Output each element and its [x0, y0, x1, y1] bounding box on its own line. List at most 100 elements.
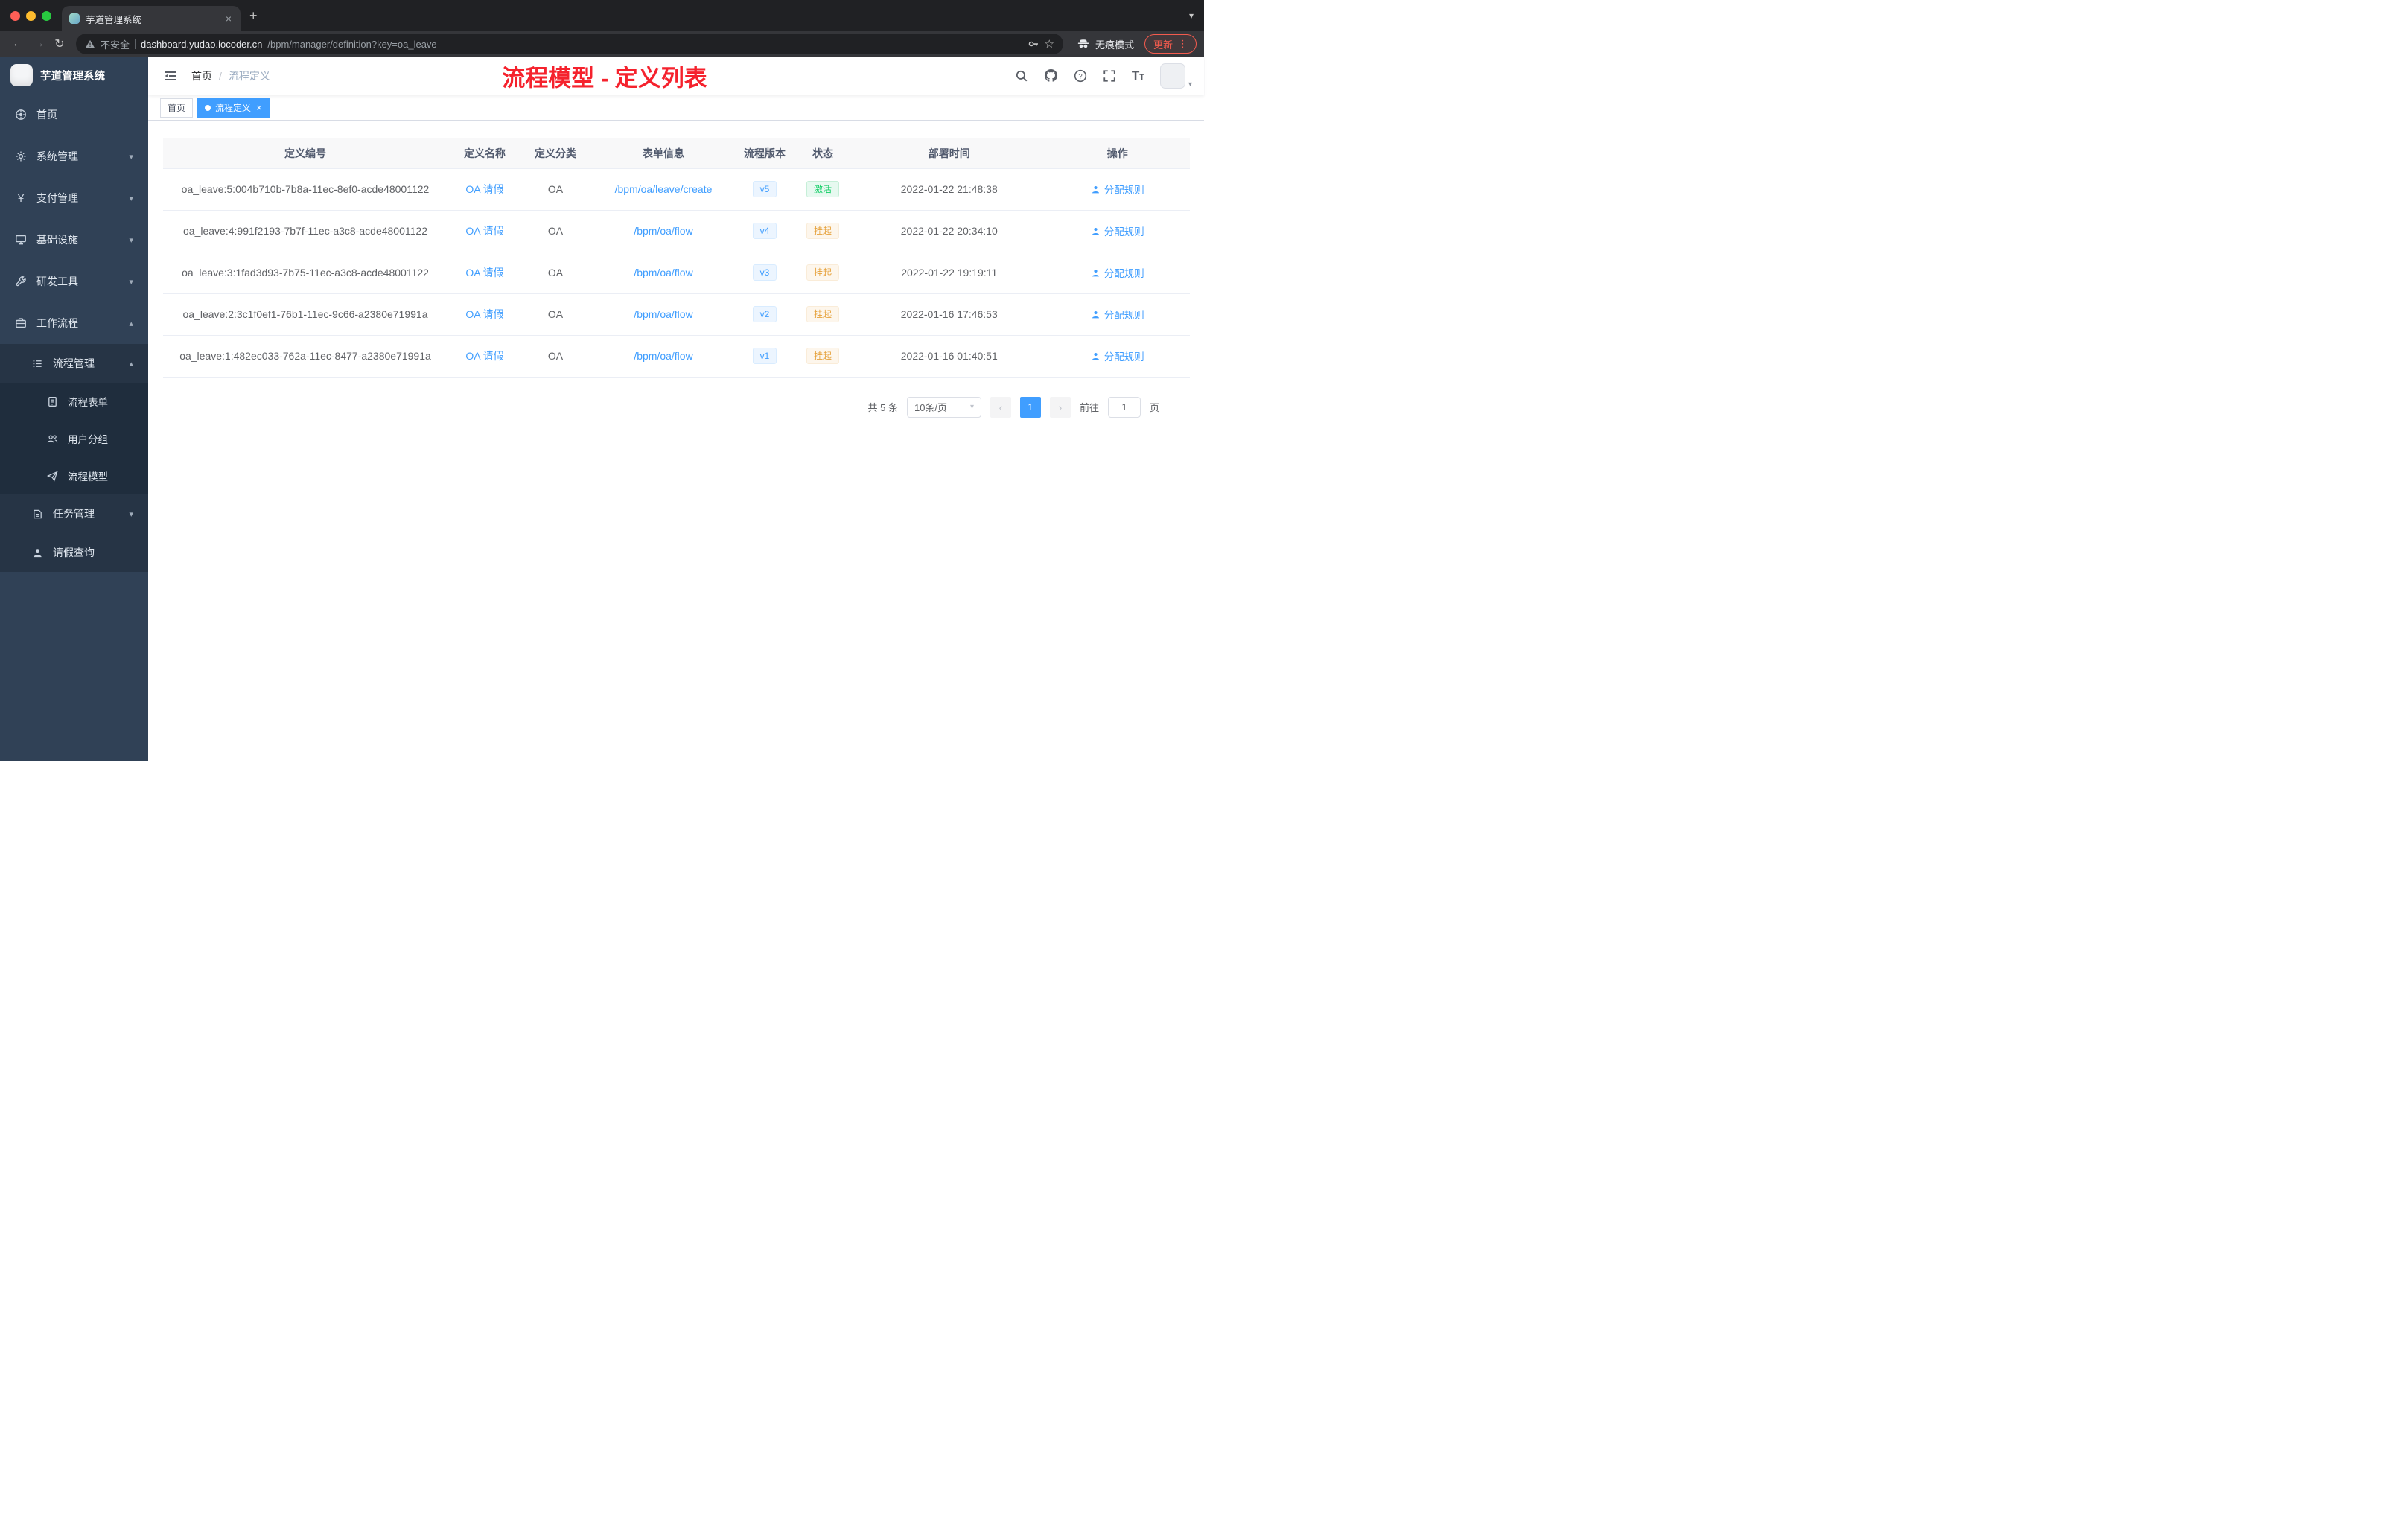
browser-menu-dots-icon[interactable]: ⋮ — [1178, 38, 1188, 50]
sidebar-item-workflow[interactable]: 工作流程 ▴ — [0, 302, 148, 344]
sidebar-item-home[interactable]: 首页 — [0, 94, 148, 136]
forward-button[interactable]: → — [28, 37, 49, 51]
sidebar-item-label: 流程模型 — [68, 471, 108, 483]
form-link[interactable]: /bpm/oa/leave/create — [615, 183, 713, 195]
update-browser-button[interactable]: 更新 ⋮ — [1144, 34, 1197, 54]
cell-category: OA — [522, 210, 589, 252]
sidebar-item-process-model[interactable]: 流程模型 — [0, 457, 148, 494]
cell-deploy-time: 2022-01-16 17:46:53 — [854, 293, 1045, 336]
chevron-down-icon: ▾ — [129, 235, 133, 245]
goto-page-input[interactable] — [1107, 396, 1141, 418]
assign-rule-link[interactable]: 分配规则 — [1091, 223, 1144, 238]
incognito-label: 无痕模式 — [1095, 39, 1134, 51]
tag-label: 首页 — [168, 103, 186, 113]
chevron-down-icon: ▾ — [129, 152, 133, 162]
security-warning-icon[interactable] — [85, 39, 95, 49]
definition-name-link[interactable]: OA 请假 — [465, 225, 503, 237]
reload-button[interactable]: ↻ — [49, 36, 70, 51]
browser-tab[interactable]: 芋道管理系统 × — [62, 6, 241, 31]
main-area: 首页 / 流程定义 流程模型 - 定义列表 ? TT ▾ 首页 流程定义 × 定… — [148, 57, 1204, 761]
wrench-icon — [15, 276, 27, 287]
version-badge: v4 — [752, 223, 777, 239]
sidebar: 芋道管理系统 首页 系统管理 ▾ ¥ 支付管理 ▾ 基础设施 ▾ 研发工具 ▾ … — [0, 57, 148, 761]
sidebar-item-system[interactable]: 系统管理 ▾ — [0, 136, 148, 177]
bookmark-star-icon[interactable]: ☆ — [1045, 37, 1054, 51]
sidebar-item-payment[interactable]: ¥ 支付管理 ▾ — [0, 177, 148, 219]
help-icon[interactable]: ? — [1074, 69, 1087, 83]
tags-view-bar: 首页 流程定义 × — [148, 95, 1204, 121]
prev-page-button[interactable]: ‹ — [990, 396, 1011, 418]
sidebar-item-label: 流程表单 — [68, 397, 108, 408]
maximize-window-button[interactable] — [42, 10, 51, 21]
page-content: 定义编号 定义名称 定义分类 表单信息 流程版本 状态 部署时间 操作 oa_l — [148, 121, 1204, 761]
goto-label: 前往 — [1079, 402, 1099, 413]
sidebar-item-process-management[interactable]: 流程管理 ▴ — [0, 344, 148, 383]
assign-rule-link[interactable]: 分配规则 — [1091, 348, 1144, 363]
tag-home[interactable]: 首页 — [160, 98, 194, 118]
security-label[interactable]: 不安全 — [101, 37, 130, 51]
definition-name-link[interactable]: OA 请假 — [465, 267, 503, 278]
sidebar-item-label: 系统管理 — [36, 150, 78, 162]
form-link[interactable]: /bpm/oa/flow — [634, 308, 692, 320]
tab-close-icon[interactable]: × — [224, 13, 233, 25]
users-icon — [46, 433, 58, 445]
assign-rule-link[interactable]: 分配规则 — [1091, 307, 1144, 322]
address-bar[interactable]: 不安全 dashboard.yudao.iocoder.cn/bpm/manag… — [76, 34, 1063, 54]
sidebar-item-leave-query[interactable]: 请假查询 — [0, 533, 148, 572]
form-link[interactable]: /bpm/oa/flow — [634, 350, 692, 362]
tab-search-chevron-icon[interactable]: ▾ — [1179, 10, 1204, 21]
password-key-icon[interactable] — [1028, 38, 1039, 50]
assign-rule-link[interactable]: 分配规则 — [1091, 265, 1144, 280]
assign-rule-link[interactable]: 分配规则 — [1091, 182, 1144, 197]
tag-process-definition[interactable]: 流程定义 × — [197, 98, 270, 118]
chevron-up-icon: ▴ — [129, 319, 133, 328]
definition-name-link[interactable]: OA 请假 — [465, 183, 503, 195]
svg-text:?: ? — [1078, 72, 1082, 80]
cell-definition-id: oa_leave:2:3c1f0ef1-76b1-11ec-9c66-a2380… — [163, 293, 447, 336]
sidebar-item-devtools[interactable]: 研发工具 ▾ — [0, 261, 148, 302]
column-header-form: 表单信息 — [589, 138, 738, 169]
goto-unit: 页 — [1149, 402, 1159, 413]
version-badge: v5 — [752, 181, 777, 197]
sidebar-item-infrastructure[interactable]: 基础设施 ▾ — [0, 219, 148, 261]
cell-definition-id: oa_leave:3:1fad3d93-7b75-11ec-a3c8-acde4… — [163, 252, 447, 294]
definition-name-link[interactable]: OA 请假 — [465, 308, 503, 320]
page-size-select[interactable]: 10条/页 ▾ — [906, 396, 981, 418]
close-window-button[interactable] — [10, 10, 20, 21]
definition-name-link[interactable]: OA 请假 — [465, 350, 503, 362]
pagination-total: 共 5 条 — [867, 402, 898, 413]
briefcase-icon — [15, 317, 27, 329]
form-link[interactable]: /bpm/oa/flow — [634, 267, 692, 278]
user-menu[interactable]: ▾ — [1159, 63, 1192, 89]
sidebar-item-user-group[interactable]: 用户分组 — [0, 420, 148, 457]
form-link[interactable]: /bpm/oa/flow — [634, 225, 692, 237]
next-page-button[interactable]: › — [1049, 396, 1071, 418]
fullscreen-icon[interactable] — [1103, 69, 1116, 83]
search-icon[interactable] — [1015, 69, 1028, 83]
status-badge: 挂起 — [806, 223, 839, 239]
status-badge: 激活 — [806, 181, 839, 197]
cell-definition-id: oa_leave:5:004b710b-7b8a-11ec-8ef0-acde4… — [163, 168, 447, 211]
chevron-down-icon: ▾ — [129, 509, 133, 519]
breadcrumb-home[interactable]: 首页 — [191, 69, 212, 83]
page-number-button[interactable]: 1 — [1019, 396, 1041, 418]
chevron-down-icon: ▾ — [129, 194, 133, 203]
sidebar-item-task-management[interactable]: 任务管理 ▾ — [0, 494, 148, 533]
app-title: 芋道管理系统 — [40, 70, 105, 83]
sidebar-item-label: 流程管理 — [53, 357, 95, 369]
caret-down-icon: ▾ — [1188, 80, 1192, 89]
dashboard-icon — [15, 109, 27, 121]
sidebar-collapse-icon[interactable] — [160, 69, 181, 83]
tag-close-icon[interactable]: × — [256, 102, 262, 113]
minimize-window-button[interactable] — [26, 10, 36, 21]
sidebar-item-process-form[interactable]: 流程表单 — [0, 383, 148, 420]
app-logo-row[interactable]: 芋道管理系统 — [0, 57, 148, 94]
back-button[interactable]: ← — [7, 37, 28, 51]
new-tab-button[interactable]: + — [241, 8, 267, 24]
font-size-icon[interactable]: TT — [1132, 69, 1144, 82]
column-header-version: 流程版本 — [738, 138, 791, 169]
person-icon — [1092, 311, 1099, 318]
sidebar-item-label: 首页 — [36, 109, 57, 121]
avatar[interactable] — [1159, 63, 1185, 89]
github-icon[interactable] — [1044, 69, 1058, 83]
